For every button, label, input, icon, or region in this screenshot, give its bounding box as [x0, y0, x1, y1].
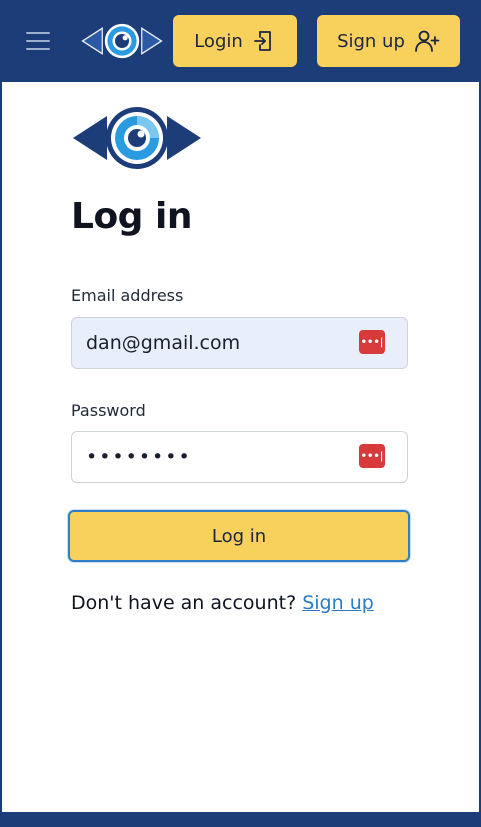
email-label: Email address [71, 286, 184, 305]
signup-prompt: Don't have an account? Sign up [71, 592, 374, 614]
signup-prompt-text: Don't have an account? [71, 592, 303, 614]
page-title: Log in [71, 196, 192, 237]
eye-logo-icon [73, 107, 201, 169]
signup-button-label: Sign up [337, 30, 405, 52]
menu-icon[interactable] [26, 32, 50, 50]
email-field[interactable] [71, 317, 408, 369]
eye-logo-icon[interactable] [80, 17, 164, 65]
password-manager-icon[interactable]: •••| [359, 330, 385, 354]
top-navbar: Login Sign up [0, 0, 481, 82]
signup-button[interactable]: Sign up [317, 15, 460, 67]
password-manager-icon[interactable]: •••| [359, 444, 385, 468]
password-label: Password [71, 401, 146, 420]
password-field[interactable] [71, 431, 408, 483]
login-submit-button[interactable]: Log in [68, 510, 410, 562]
add-user-icon [415, 30, 440, 52]
login-arrow-icon [253, 31, 271, 51]
signup-link[interactable]: Sign up [302, 592, 374, 614]
footer-bar [0, 812, 481, 827]
login-button[interactable]: Login [173, 15, 297, 67]
login-button-label: Login [194, 30, 243, 52]
